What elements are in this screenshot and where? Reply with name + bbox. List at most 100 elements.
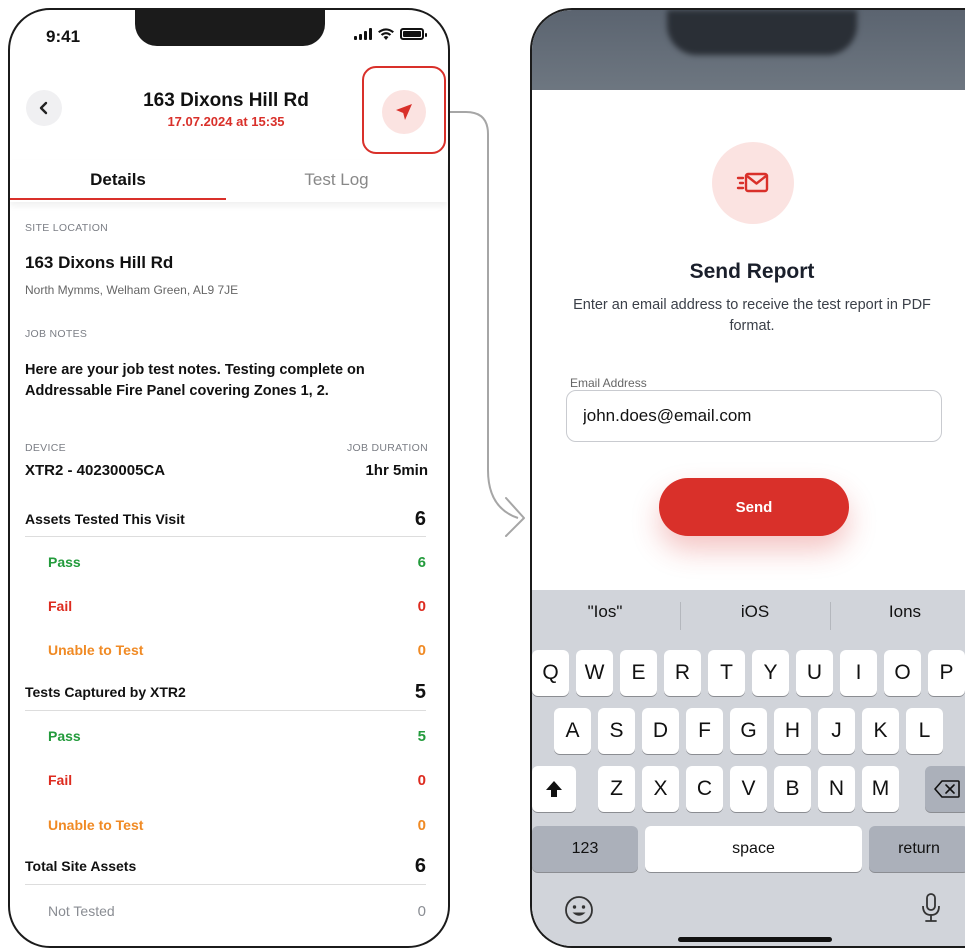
status-time: 9:41 bbox=[46, 27, 81, 46]
mail-send-icon bbox=[736, 172, 769, 193]
emoji-icon[interactable] bbox=[564, 895, 594, 925]
key-d[interactable]: D bbox=[642, 708, 679, 754]
key-u[interactable]: U bbox=[796, 650, 833, 696]
key-h[interactable]: H bbox=[774, 708, 811, 754]
key-q[interactable]: Q bbox=[532, 650, 569, 696]
mail-icon-badge bbox=[712, 142, 794, 224]
suggestion-divider bbox=[680, 602, 681, 630]
total-assets-label: Total Site Assets bbox=[25, 858, 137, 874]
assets-fail-row: Fail 0 bbox=[25, 588, 426, 624]
key-f[interactable]: F bbox=[686, 708, 723, 754]
send-report-description: Enter an email address to receive the te… bbox=[573, 297, 931, 334]
key-n[interactable]: N bbox=[818, 766, 855, 812]
microphone-icon[interactable] bbox=[920, 892, 942, 924]
key-a[interactable]: A bbox=[554, 708, 591, 754]
total-assets-row: Total Site Assets 6 bbox=[25, 848, 426, 884]
shift-icon bbox=[546, 781, 562, 797]
key-t[interactable]: T bbox=[708, 650, 745, 696]
send-icon bbox=[396, 104, 412, 120]
wifi-icon bbox=[378, 28, 394, 40]
device-label: DEVICE bbox=[25, 442, 66, 454]
send-report-button[interactable] bbox=[382, 90, 426, 134]
assets-pass-row: Pass 6 bbox=[25, 544, 426, 580]
tab-details[interactable]: Details bbox=[10, 170, 226, 190]
fail-value: 0 bbox=[417, 597, 426, 615]
suggestion-1[interactable]: "Ios" bbox=[532, 602, 678, 622]
send-button[interactable]: Send bbox=[659, 478, 849, 536]
site-location-label: SITE LOCATION bbox=[25, 222, 109, 234]
send-report-title: Send Report bbox=[689, 260, 815, 283]
key-j[interactable]: J bbox=[818, 708, 855, 754]
backspace-key[interactable] bbox=[925, 766, 965, 812]
active-tab-indicator bbox=[10, 198, 226, 200]
tests-captured-value: 5 bbox=[414, 680, 426, 703]
job-details-screen: 9:41 163 Dixons Hill Rd 17.07.2024 at 15… bbox=[8, 8, 450, 948]
job-duration-value: 1hr 5min bbox=[365, 462, 428, 479]
suggestion-2[interactable]: iOS bbox=[682, 602, 828, 622]
suggestion-3[interactable]: Ions bbox=[832, 602, 965, 622]
keyboard: "Ios" iOS Ions Q W E R T Y U I O P A S D… bbox=[532, 590, 965, 946]
email-label: Email Address bbox=[570, 376, 647, 390]
key-e[interactable]: E bbox=[620, 650, 657, 696]
key-v[interactable]: V bbox=[730, 766, 767, 812]
tests-captured-label: Tests Captured by XTR2 bbox=[25, 684, 186, 700]
tab-bar: Details Test Log bbox=[10, 160, 447, 202]
site-address: North Mymms, Welham Green, AL9 7JE bbox=[25, 283, 239, 297]
send-report-screen: Send Report Enter an email address to re… bbox=[530, 8, 965, 948]
key-o[interactable]: O bbox=[884, 650, 921, 696]
total-assets-value: 6 bbox=[414, 854, 426, 877]
site-name: 163 Dixons Hill Rd bbox=[25, 253, 174, 272]
space-key[interactable]: space bbox=[645, 826, 862, 872]
unable-label: Unable to Test bbox=[48, 642, 144, 658]
pass-label: Pass bbox=[48, 728, 81, 744]
job-notes-label: JOB NOTES bbox=[25, 328, 88, 340]
numbers-key[interactable]: 123 bbox=[532, 826, 638, 872]
fail-label: Fail bbox=[48, 598, 73, 614]
not-tested-label: Not Tested bbox=[48, 903, 115, 919]
shift-key[interactable] bbox=[532, 766, 576, 812]
fail-value: 0 bbox=[417, 771, 426, 789]
assets-tested-row: Assets Tested This Visit 6 bbox=[25, 501, 426, 537]
pass-label: Pass bbox=[48, 554, 81, 570]
not-tested-row: Not Tested 0 bbox=[25, 893, 426, 929]
fail-label: Fail bbox=[48, 772, 73, 788]
status-icons bbox=[354, 28, 427, 40]
unable-label: Unable to Test bbox=[48, 817, 144, 833]
tests-captured-row: Tests Captured by XTR2 5 bbox=[25, 674, 426, 710]
divider bbox=[25, 536, 426, 537]
unable-value: 0 bbox=[417, 816, 426, 834]
notch bbox=[135, 10, 325, 46]
job-duration-label: JOB DURATION bbox=[347, 442, 428, 454]
divider bbox=[25, 710, 426, 711]
unable-value: 0 bbox=[417, 641, 426, 659]
notch bbox=[667, 10, 857, 55]
backspace-icon bbox=[934, 780, 960, 798]
key-w[interactable]: W bbox=[576, 650, 613, 696]
captured-unable-row: Unable to Test 0 bbox=[25, 807, 426, 843]
not-tested-value: 0 bbox=[417, 902, 426, 920]
key-z[interactable]: Z bbox=[598, 766, 635, 812]
key-m[interactable]: M bbox=[862, 766, 899, 812]
return-key[interactable]: return bbox=[869, 826, 965, 872]
assets-unable-row: Unable to Test 0 bbox=[25, 632, 426, 668]
key-c[interactable]: C bbox=[686, 766, 723, 812]
captured-fail-row: Fail 0 bbox=[25, 762, 426, 798]
key-i[interactable]: I bbox=[840, 650, 877, 696]
key-s[interactable]: S bbox=[598, 708, 635, 754]
job-notes-text: Here are your job test notes. Testing co… bbox=[25, 362, 365, 399]
assets-tested-value: 6 bbox=[414, 507, 426, 530]
key-l[interactable]: L bbox=[906, 708, 943, 754]
assets-tested-label: Assets Tested This Visit bbox=[25, 511, 185, 527]
key-b[interactable]: B bbox=[774, 766, 811, 812]
key-x[interactable]: X bbox=[642, 766, 679, 812]
device-value: XTR2 - 40230005CA bbox=[25, 462, 166, 479]
key-y[interactable]: Y bbox=[752, 650, 789, 696]
key-r[interactable]: R bbox=[664, 650, 701, 696]
home-indicator bbox=[678, 937, 832, 942]
email-input[interactable] bbox=[566, 390, 942, 442]
key-p[interactable]: P bbox=[928, 650, 965, 696]
tab-test-log[interactable]: Test Log bbox=[226, 170, 447, 190]
key-k[interactable]: K bbox=[862, 708, 899, 754]
suggestion-divider bbox=[830, 602, 831, 630]
key-g[interactable]: G bbox=[730, 708, 767, 754]
